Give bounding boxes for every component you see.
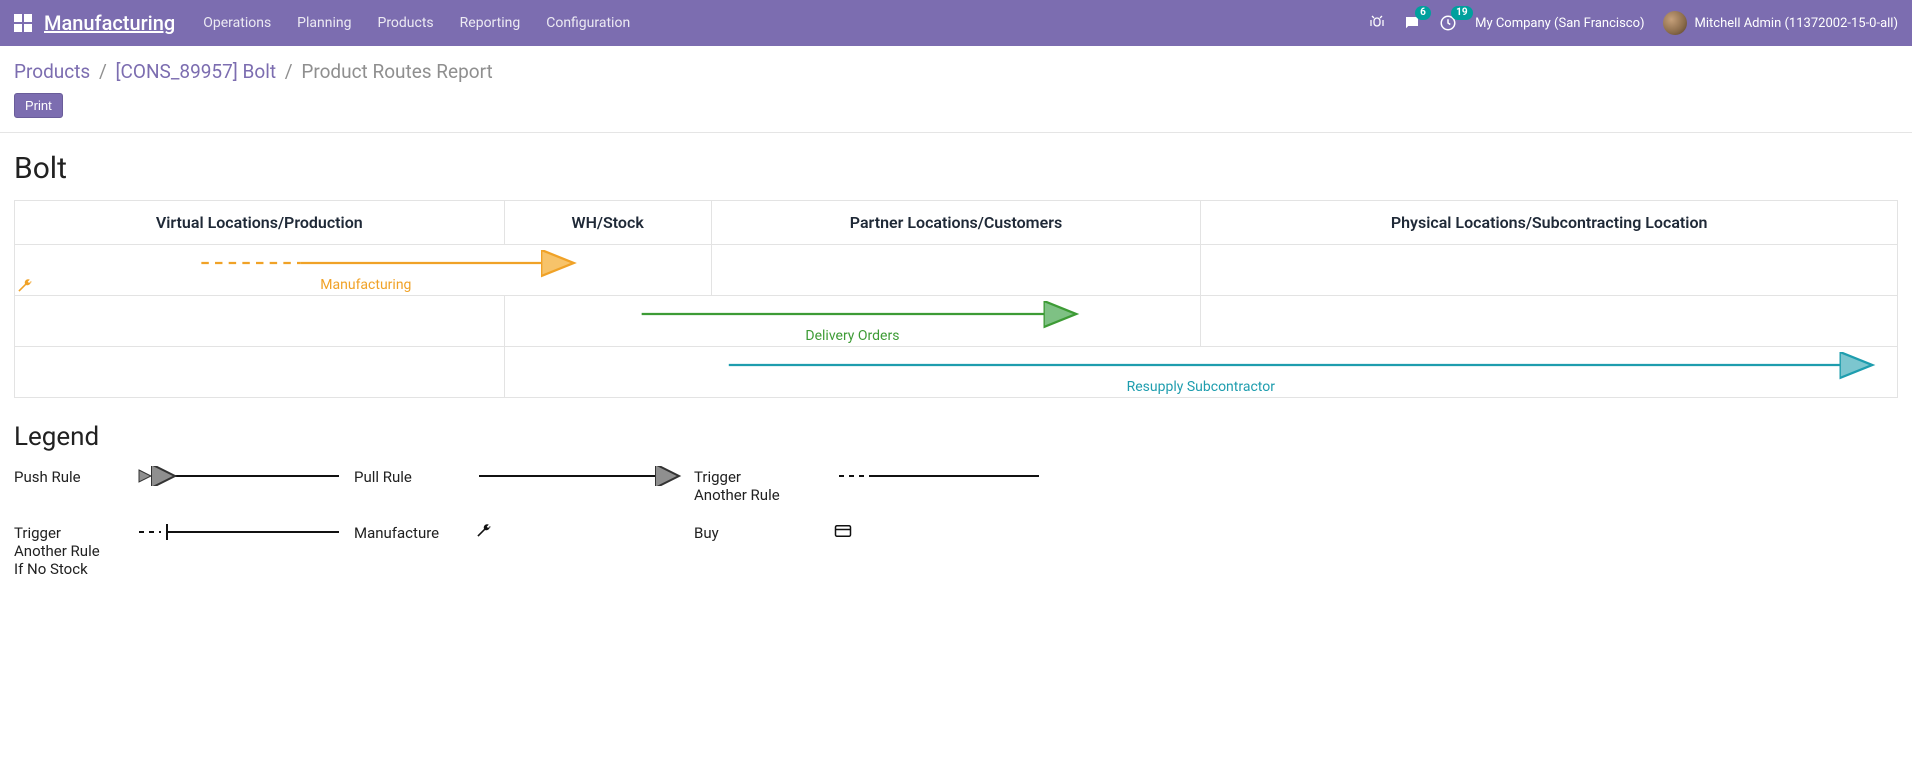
product-title: Bolt: [14, 151, 1898, 186]
route-label: Manufacturing: [15, 277, 711, 293]
report-body: Bolt Virtual Locations/Production WH/Sto…: [0, 133, 1912, 618]
col-header: Partner Locations/Customers: [711, 201, 1201, 245]
col-header: WH/Stock: [504, 201, 711, 245]
crumb-sep: /: [99, 60, 107, 83]
toolbar: Print: [0, 89, 1912, 133]
crumb-products[interactable]: Products: [14, 60, 90, 83]
route-label: Delivery Orders: [505, 328, 1201, 344]
menu-products[interactable]: Products: [377, 15, 433, 31]
crumb-current: Product Routes Report: [301, 60, 492, 83]
route-row: Manufacturing: [15, 245, 1898, 296]
avatar: [1663, 11, 1687, 35]
legend-pull-rule: Pull Rule: [354, 466, 464, 486]
menu-operations[interactable]: Operations: [203, 15, 271, 31]
legend-trigger-mark: [834, 466, 1044, 486]
user-menu[interactable]: Mitchell Admin (11372002-15-0-all): [1663, 11, 1898, 35]
legend-trigger-nostock-mark: [134, 522, 344, 542]
menu-planning[interactable]: Planning: [297, 15, 351, 31]
apps-icon[interactable]: [14, 14, 32, 32]
route-row: Delivery Orders: [15, 296, 1898, 347]
route-label: Resupply Subcontractor: [505, 379, 1897, 395]
messages-badge: 6: [1415, 6, 1431, 20]
top-nav: Manufacturing Operations Planning Produc…: [0, 0, 1912, 46]
legend-heading: Legend: [14, 422, 1898, 452]
route-lane-manufacturing[interactable]: Manufacturing: [15, 245, 711, 295]
company-selector[interactable]: My Company (San Francisco): [1475, 16, 1644, 31]
breadcrumb: Products / [CONS_89957] Bolt / Product R…: [0, 46, 1912, 89]
app-brand[interactable]: Manufacturing: [44, 11, 175, 35]
crumb-product[interactable]: [CONS_89957] Bolt: [116, 60, 277, 83]
legend-buy-mark: [834, 522, 1044, 542]
route-lane-resupply[interactable]: Resupply Subcontractor: [505, 347, 1897, 397]
menu-reporting[interactable]: Reporting: [460, 15, 521, 31]
col-header: Virtual Locations/Production: [15, 201, 505, 245]
topnav-right: 6 19 My Company (San Francisco) Mitchell…: [1369, 11, 1898, 35]
main-menu: Operations Planning Products Reporting C…: [203, 15, 1369, 31]
debug-icon[interactable]: [1369, 15, 1385, 31]
activities-badge: 19: [1451, 6, 1472, 20]
legend-manufacture: Manufacture: [354, 522, 464, 542]
legend-push-rule: Push Rule: [14, 466, 124, 486]
legend-push-mark: [134, 466, 344, 486]
activities-icon[interactable]: 19: [1439, 14, 1457, 32]
menu-configuration[interactable]: Configuration: [546, 15, 630, 31]
legend-trigger-another: TriggerAnother Rule: [694, 466, 824, 504]
legend: Push Rule Pull Rule TriggerAnother Rule …: [14, 466, 1064, 578]
user-name: Mitchell Admin (11372002-15-0-all): [1695, 16, 1898, 31]
col-header: Physical Locations/Subcontracting Locati…: [1201, 201, 1898, 245]
legend-trigger-nostock: TriggerAnother RuleIf No Stock: [14, 522, 124, 578]
legend-buy: Buy: [694, 522, 824, 542]
route-row: Resupply Subcontractor: [15, 347, 1898, 398]
crumb-sep: /: [285, 60, 293, 83]
print-button[interactable]: Print: [14, 93, 63, 118]
messages-icon[interactable]: 6: [1403, 14, 1421, 32]
legend-pull-mark: [474, 466, 684, 486]
legend-manufacture-mark: [474, 522, 684, 542]
route-lane-delivery[interactable]: Delivery Orders: [505, 296, 1201, 346]
routes-table: Virtual Locations/Production WH/Stock Pa…: [14, 200, 1898, 398]
